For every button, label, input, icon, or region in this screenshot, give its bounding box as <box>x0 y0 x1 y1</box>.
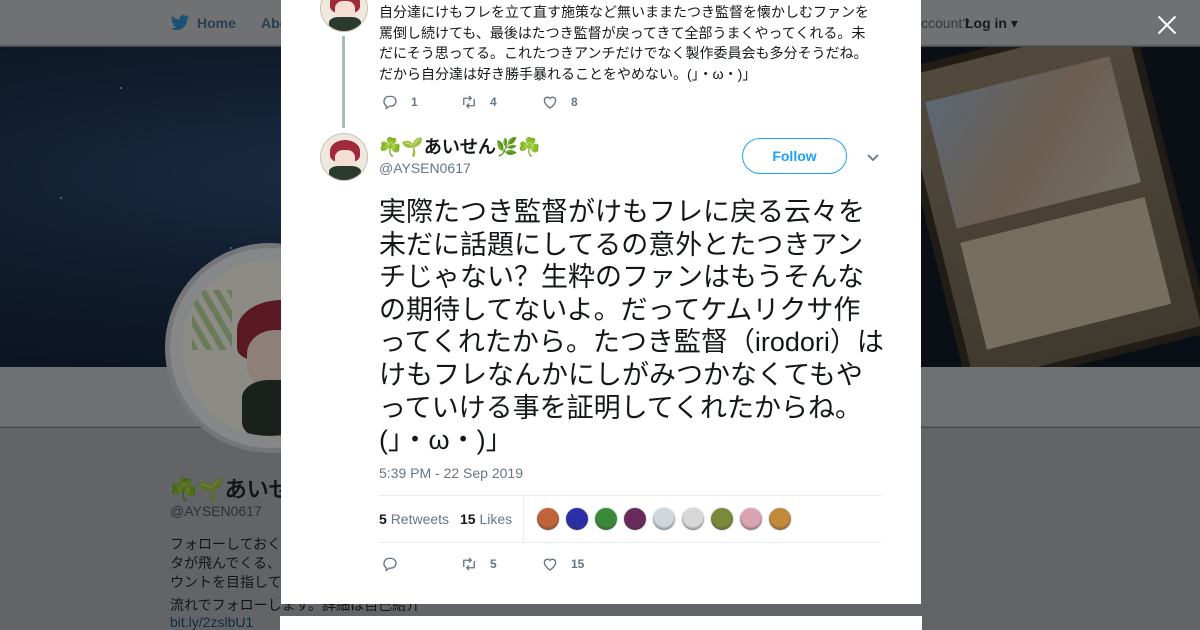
retweet-icon <box>463 95 475 109</box>
liker-avatar[interactable] <box>710 507 734 531</box>
liker-avatar[interactable] <box>594 507 618 531</box>
retweet-stat[interactable]: 5 Retweets <box>379 511 449 527</box>
tweet-timestamp[interactable]: 5:39 PM - 22 Sep 2019 <box>379 465 523 481</box>
like-stat[interactable]: 15 Likes <box>460 511 512 527</box>
previous-tweet-text: 自分達にけもフレを立て直す施策など無いままたつき監督を懐かしむファンを罵倒し続け… <box>379 4 869 82</box>
stats-divider <box>523 496 524 543</box>
like-stat-count: 15 <box>460 511 476 527</box>
like-button[interactable]: 15 <box>541 555 584 573</box>
reply-icon <box>383 95 397 110</box>
tweet-stats: 5 Retweets 15 Likes <box>379 495 881 543</box>
previous-like-button[interactable]: 8 <box>541 93 578 111</box>
previous-like-count: 8 <box>571 95 578 109</box>
tweet-author-avatar[interactable] <box>320 133 368 181</box>
liker-avatar[interactable] <box>768 507 792 531</box>
reply-icon <box>383 557 397 572</box>
retweet-stat-label: Retweets <box>390 511 450 527</box>
follow-button[interactable]: Follow <box>742 138 847 174</box>
like-stat-label: Likes <box>479 511 513 527</box>
heart-icon <box>543 96 557 109</box>
tweet-author-name[interactable]: ☘️🌱あいせん🌿☘️ <box>379 133 541 159</box>
previous-retweet-count: 4 <box>490 95 497 109</box>
reply-button[interactable] <box>381 555 411 573</box>
modal-next-panel <box>280 616 922 630</box>
previous-retweet-button[interactable]: 4 <box>460 93 497 111</box>
chevron-down-icon[interactable] <box>866 150 880 164</box>
liker-avatar[interactable] <box>681 507 705 531</box>
thread-connector <box>342 36 345 128</box>
tweet-text: 実際たつき監督がけもフレに戻る云々を未だに話題にしてるの意外とたつきアンチじゃな… <box>379 197 884 456</box>
close-icon[interactable] <box>1154 12 1180 38</box>
liker-avatar[interactable] <box>536 507 560 531</box>
liker-avatar[interactable] <box>652 507 676 531</box>
retweet-icon <box>463 557 475 571</box>
like-action-count: 15 <box>571 557 585 571</box>
follow-label: Follow <box>772 148 817 164</box>
previous-reply-button[interactable]: 1 <box>381 93 418 111</box>
liker-avatar[interactable] <box>623 507 647 531</box>
heart-icon <box>543 558 557 571</box>
retweet-action-count: 5 <box>490 557 497 571</box>
liker-avatar[interactable] <box>739 507 763 531</box>
previous-reply-count: 1 <box>411 95 418 109</box>
liker-avatars <box>536 507 797 531</box>
retweet-button[interactable]: 5 <box>460 555 497 573</box>
retweet-stat-count: 5 <box>379 511 387 527</box>
liker-avatar[interactable] <box>565 507 589 531</box>
tweet-author-handle[interactable]: @AYSEN0617 <box>379 160 471 176</box>
